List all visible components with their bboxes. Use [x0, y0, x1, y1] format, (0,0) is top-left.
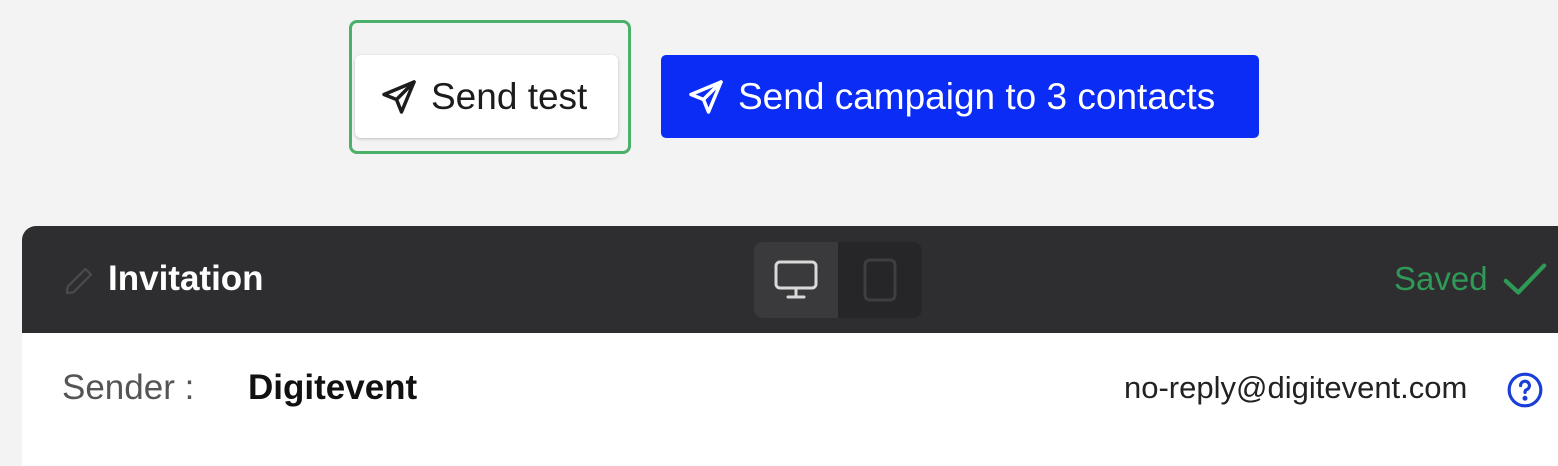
sender-email: no-reply@digitevent.com	[1124, 370, 1468, 405]
help-icon[interactable]	[1506, 371, 1544, 409]
mobile-preview-button[interactable]	[838, 242, 922, 318]
paper-plane-icon	[382, 79, 416, 114]
mobile-icon	[863, 258, 897, 302]
send-test-button[interactable]: Send test	[355, 55, 618, 138]
paper-plane-icon	[689, 79, 723, 114]
send-test-label: Send test	[431, 75, 588, 117]
sender-row: Sender : Digitevent no-reply@digitevent.…	[22, 333, 1558, 437]
sender-name[interactable]: Digitevent	[248, 368, 417, 408]
pencil-icon[interactable]	[62, 264, 96, 298]
saved-label: Saved	[1394, 260, 1488, 297]
desktop-preview-button[interactable]	[754, 242, 838, 318]
send-campaign-label: Send campaign to 3 contacts	[738, 75, 1216, 117]
editor-header: Invitation Saved	[22, 226, 1558, 333]
campaign-title[interactable]: Invitation	[108, 259, 264, 299]
email-editor-panel: Invitation Saved Sender : Digitevent no-…	[22, 226, 1558, 466]
saved-status: Saved	[1394, 259, 1548, 299]
sender-label: Sender :	[62, 368, 195, 407]
desktop-icon	[774, 260, 818, 299]
send-campaign-button[interactable]: Send campaign to 3 contacts	[661, 55, 1259, 138]
device-preview-toggle	[754, 242, 922, 318]
check-icon	[1503, 263, 1546, 295]
